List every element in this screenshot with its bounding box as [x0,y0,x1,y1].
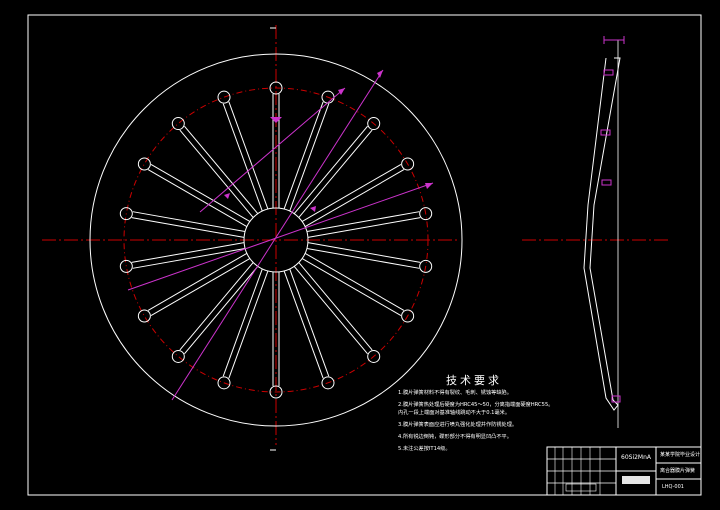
drawing-frame [27,14,702,496]
slot-edge [179,262,254,351]
slot-edge [222,268,263,377]
side-dimension-mark [600,129,611,136]
slot-edge [150,163,251,222]
slot-edge [150,258,251,317]
slot-edge [131,217,245,238]
dimension-arrow [425,183,433,189]
note-item: 5.未注公差按IT14级。 [398,446,451,452]
slot-edge [283,270,324,379]
dimension-arrow [338,88,345,95]
slot-end-hole [119,259,133,273]
dimension-arrow [310,206,316,212]
notes-title: 技术要求 [446,374,502,387]
note-item: 4.所有锐边倒钝，碟形部分不得有明显凹凸不平。 [398,434,512,440]
slot-edge [228,270,269,379]
note-item: 3.膜片弹簧表面应进行喷丸强化处理并作防锈处理。 [398,422,518,428]
slot-edge [293,125,368,214]
slot-edge [283,101,324,210]
slot-edge [307,242,421,263]
slot-edge [301,258,402,317]
slot-end-hole [137,309,151,323]
slot-edge [304,252,405,311]
slot-edge [179,129,254,218]
slot-end-hole [171,349,185,363]
title-block-material: 60Si2MnA [621,454,652,461]
slot-edge [184,125,259,214]
slot-edge [228,101,269,210]
side-dimension-mark [603,69,614,76]
slot-edge [298,129,373,218]
title-block-drawing-no: LHQ-001 [662,484,684,490]
section-marker [270,117,282,123]
slot-edge [289,103,330,212]
dimension-line-inner [127,182,434,291]
slot-edge [293,266,368,355]
slot-end-hole [217,90,231,104]
note-item: 内孔一段上端面对基准轴线跳动不大于0.1毫米。 [398,410,511,416]
slot-edge [132,248,246,269]
slot-edge [298,262,373,351]
slot-edge [132,211,246,232]
slot-edge [147,169,248,228]
slot-edge [289,268,330,377]
side-dimension-mark [601,179,612,186]
title-block-school: 某某学院毕业设计 [660,452,701,458]
dimension-arrow [224,193,230,199]
side-section-view [522,36,670,428]
slot-end-hole [171,117,185,131]
note-item: 1.膜片弹簧材料不得有裂纹、毛刺、锈蚀等缺陷。 [398,390,512,396]
title-block-drawing-name: 离合器膜片弹簧 [660,468,696,474]
slot-edge [147,252,248,311]
drawing-sheet [27,14,702,496]
dimension-arrow [377,70,383,78]
note-item: 2.膜片弹簧热处理后硬度为HRC45～50，分离指端面硬度HRC55。 [398,402,554,408]
slot-edge [184,266,259,355]
slot-end-hole [137,157,151,171]
slot-edge [306,248,420,269]
front-view [42,25,463,451]
spring-section-profile [583,57,621,411]
slot-edge [131,242,245,263]
